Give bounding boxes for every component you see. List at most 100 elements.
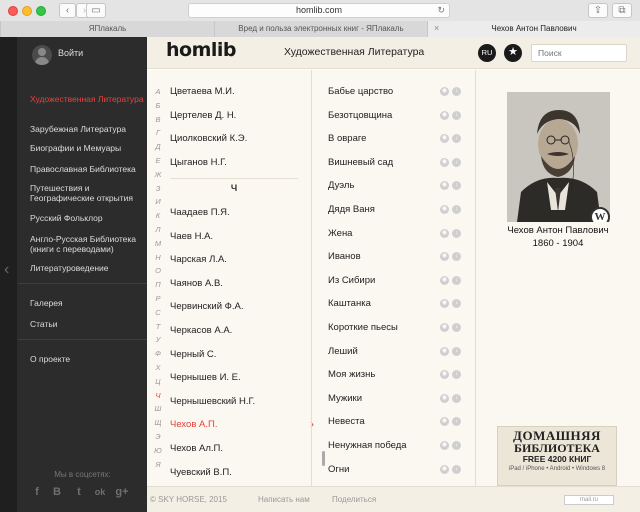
download-icon[interactable]: ↓ <box>452 252 461 262</box>
tab-chekhov[interactable]: × Чехов Антон Павлович <box>427 21 640 37</box>
alphabet-letter[interactable]: А <box>153 87 163 96</box>
book-item[interactable]: Из Сибири <box>328 275 436 286</box>
back-button[interactable]: ‹ <box>59 3 76 18</box>
author-item[interactable]: Чуевский В.П. <box>170 467 298 478</box>
alphabet-letter[interactable]: З <box>153 184 163 193</box>
book-item[interactable]: Короткие пьесы <box>328 322 436 333</box>
alphabet-letter[interactable]: Х <box>153 363 163 372</box>
book-item[interactable]: Дуэль <box>328 180 436 191</box>
download-icon[interactable]: ↓ <box>452 134 461 144</box>
alphabet-letter[interactable]: Т <box>153 322 163 331</box>
book-item[interactable]: Безотцовщина <box>328 110 436 121</box>
sidebar-item-biographies[interactable]: Биографии и Мемуары <box>30 143 144 153</box>
read-icon[interactable]: ◉ <box>440 157 449 167</box>
sidebar-item-anglo-russian[interactable]: Англо-Русская Библиотека (книги с перево… <box>30 234 144 254</box>
author-item[interactable]: Червинский Ф.А. <box>170 301 298 312</box>
read-icon[interactable]: ◉ <box>440 110 449 120</box>
book-item[interactable]: Моя жизнь <box>328 369 436 380</box>
download-icon[interactable]: ↓ <box>452 346 461 356</box>
alphabet-letter[interactable]: У <box>153 335 163 344</box>
author-item[interactable]: Чарская Л.А. <box>170 254 298 265</box>
odnoklassniki-icon[interactable]: ok <box>93 485 107 499</box>
favorites-button[interactable]: ★ <box>504 44 522 62</box>
tab-harm-and-benefit[interactable]: Вред и польза электронных книг - ЯПлакал… <box>214 21 427 37</box>
book-item[interactable]: В овраге <box>328 133 436 144</box>
alphabet-letter[interactable]: Д <box>153 142 163 151</box>
read-icon[interactable]: ◉ <box>440 205 449 214</box>
download-icon[interactable]: ↓ <box>452 157 461 167</box>
author-item[interactable]: Черный С. <box>170 349 298 360</box>
read-icon[interactable]: ◉ <box>440 228 449 238</box>
book-item[interactable]: Ненужная победа <box>328 440 436 451</box>
author-item[interactable]: Чаев Н.А. <box>170 231 298 242</box>
read-icon[interactable]: ◉ <box>440 323 449 332</box>
book-item[interactable]: Огни <box>328 464 436 475</box>
read-icon[interactable]: ◉ <box>440 181 449 191</box>
alphabet-letter[interactable]: И <box>153 197 163 206</box>
read-icon[interactable]: ◉ <box>440 393 449 403</box>
close-window-button[interactable] <box>8 6 18 16</box>
read-icon[interactable]: ◉ <box>440 275 449 285</box>
sidebar-item-folklore[interactable]: Русский Фольклор <box>30 213 144 223</box>
book-item[interactable]: Бабье царство <box>328 86 436 97</box>
download-icon[interactable]: ↓ <box>452 464 461 474</box>
download-icon[interactable]: ↓ <box>452 299 461 309</box>
download-icon[interactable]: ↓ <box>452 323 461 332</box>
ad-banner[interactable]: ДОМАШНЯЯ БИБЛИОТЕКА FREE 4200 КНИГ iPad … <box>497 426 617 486</box>
download-icon[interactable]: ↓ <box>452 417 461 427</box>
sidebar-collapse-handle[interactable]: ‹ <box>0 37 17 512</box>
author-item[interactable]: Цветаева М.И. <box>170 86 298 97</box>
alphabet-letter[interactable]: М <box>153 239 163 248</box>
sidebar-item-literary-studies[interactable]: Литературоведение <box>30 263 144 273</box>
alphabet-letter[interactable]: Е <box>153 156 163 165</box>
alphabet-letter[interactable]: К <box>153 211 163 220</box>
download-icon[interactable]: ↓ <box>452 275 461 285</box>
book-item[interactable]: Невеста <box>328 416 436 427</box>
author-item[interactable]: Чернышевский Н.Г. <box>170 396 298 407</box>
read-icon[interactable]: ◉ <box>440 370 449 380</box>
sidebar-item-fiction[interactable]: Художественная Литература <box>30 94 144 104</box>
show-sidebar-button[interactable]: ▭ <box>86 3 106 18</box>
author-item[interactable]: Черкасов А.А. <box>170 325 298 336</box>
alphabet-letter[interactable]: Щ <box>153 418 163 427</box>
sidebar-item-foreign[interactable]: Зарубежная Литература <box>30 124 144 134</box>
alphabet-letter[interactable]: Р <box>153 294 163 303</box>
download-icon[interactable]: ↓ <box>452 393 461 403</box>
download-icon[interactable]: ↓ <box>452 441 461 450</box>
download-icon[interactable]: ↓ <box>452 181 461 191</box>
read-icon[interactable]: ◉ <box>440 441 449 450</box>
tab-yaplakal[interactable]: ЯПлакаль <box>0 21 214 37</box>
alphabet-letter[interactable]: Ч <box>153 391 163 400</box>
download-icon[interactable]: ↓ <box>452 87 461 96</box>
read-icon[interactable]: ◉ <box>440 464 449 474</box>
download-icon[interactable]: ↓ <box>452 110 461 120</box>
author-item[interactable]: Цыганов Н.Г. <box>170 157 298 168</box>
read-icon[interactable]: ◉ <box>440 417 449 427</box>
search-input[interactable] <box>531 44 627 62</box>
book-item[interactable]: Дядя Ваня <box>328 204 436 215</box>
share-link[interactable]: Поделиться <box>332 495 376 504</box>
share-button[interactable]: ⇪ <box>588 3 608 18</box>
sidebar-item-articles[interactable]: Статьи <box>30 319 144 329</box>
zoom-window-button[interactable] <box>36 6 46 16</box>
alphabet-letter[interactable]: В <box>153 115 163 124</box>
download-icon[interactable]: ↓ <box>452 228 461 238</box>
alphabet-letter[interactable]: Ш <box>153 404 163 413</box>
google-plus-icon[interactable]: g+ <box>115 485 129 499</box>
sidebar-item-about[interactable]: О проекте <box>30 354 144 364</box>
book-item[interactable]: Леший <box>328 346 436 357</box>
alphabet-letter[interactable]: Я <box>153 460 163 469</box>
sidebar-item-orthodox[interactable]: Православная Библиотека <box>30 164 144 174</box>
read-icon[interactable]: ◉ <box>440 252 449 262</box>
vk-icon[interactable]: B <box>50 485 64 499</box>
book-item[interactable]: Иванов <box>328 251 436 262</box>
tab-overview-button[interactable]: ⧉ <box>612 3 632 18</box>
twitter-icon[interactable]: t <box>72 485 86 499</box>
author-item[interactable]: Чернышев И. Е. <box>170 372 298 383</box>
write-us-link[interactable]: Написать нам <box>258 495 310 504</box>
alphabet-letter[interactable]: Ю <box>153 446 163 455</box>
read-icon[interactable]: ◉ <box>440 87 449 96</box>
alphabet-letter[interactable]: О <box>153 266 163 275</box>
chevron-left-icon[interactable]: ‹ <box>4 261 9 279</box>
read-icon[interactable]: ◉ <box>440 299 449 309</box>
